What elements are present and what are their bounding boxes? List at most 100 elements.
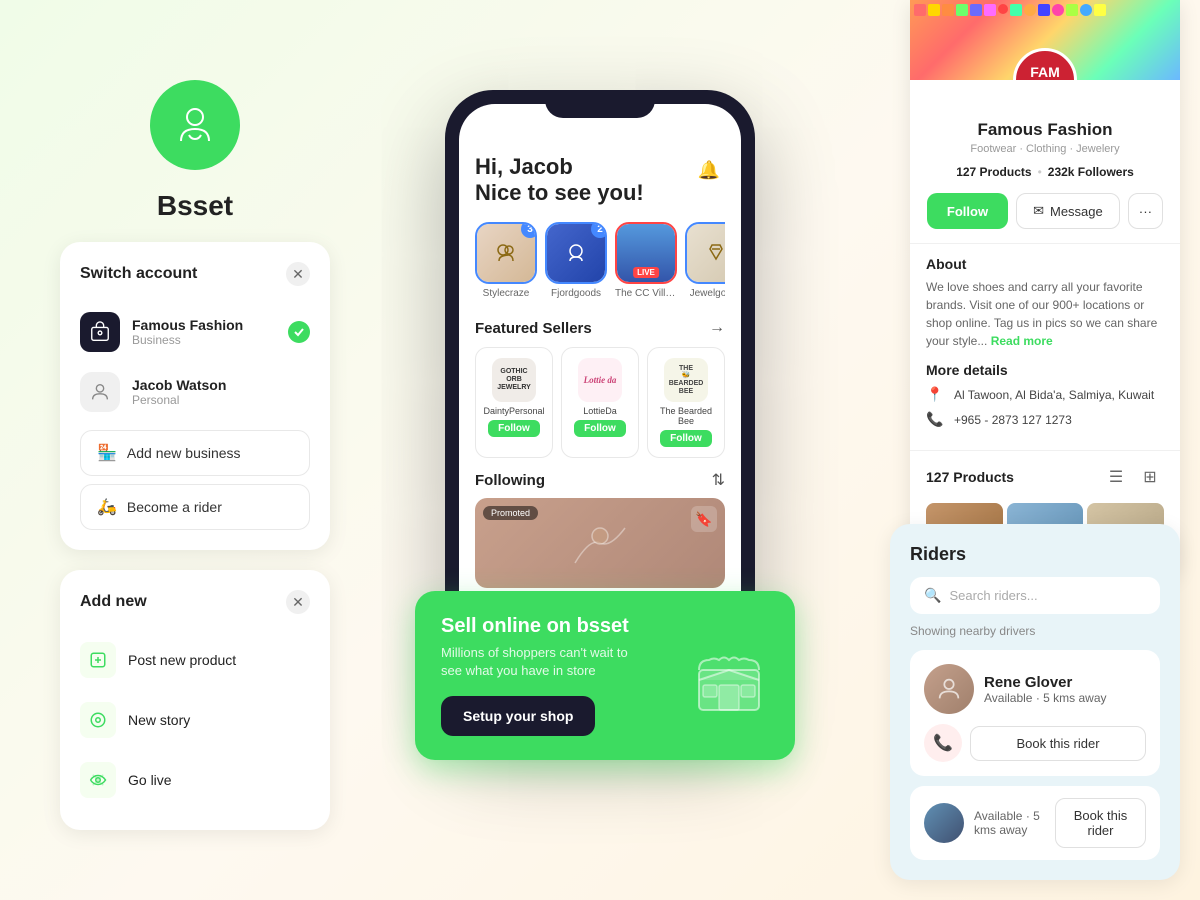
follow-shop-button[interactable]: Follow	[927, 193, 1008, 229]
sell-banner-subtitle: Millions of shoppers can't wait to see w…	[441, 644, 641, 680]
address-text: Al Tawoon, Al Bida'a, Salmiya, Kuwait	[954, 388, 1154, 402]
search-icon: 🔍	[924, 587, 941, 604]
seller-dainty[interactable]: GOTHICORBJEWELRY DaintyPersonal Follow	[475, 347, 553, 458]
greeting-nice: Nice to see you!	[475, 180, 644, 206]
location-icon: 📍	[926, 386, 946, 403]
add-new-title: Add new	[80, 593, 147, 611]
story-jewelgoods[interactable]: 2 Jewelgoods	[685, 222, 725, 299]
sell-banner: Sell online on bsset Millions of shopper…	[415, 591, 795, 760]
seller-bearded[interactable]: THE🐝BEARDEDBEE The Bearded Bee Follow	[647, 347, 725, 458]
seller-dainty-name: DaintyPersonal	[483, 406, 544, 416]
sellers-row: GOTHICORBJEWELRY DaintyPersonal Follow L…	[475, 347, 725, 458]
shop-banner: FAM OUS	[910, 0, 1180, 80]
new-story-label: New story	[128, 712, 190, 728]
rider2-book-button[interactable]: Book this rider	[1055, 798, 1146, 848]
notification-bell-icon[interactable]: 🔔	[693, 154, 725, 186]
rene-name: Rene Glover	[984, 674, 1146, 691]
featured-sellers-header: Featured Sellers →	[475, 319, 725, 337]
search-riders-input[interactable]	[949, 588, 1146, 603]
phone-icon: 📞	[926, 411, 946, 428]
switch-account-title: Switch account	[80, 265, 197, 283]
grid-view-button[interactable]: ⊞	[1136, 463, 1164, 491]
story-stylecraze[interactable]: 3 Stylecraze	[475, 222, 537, 299]
seller-lottie-follow-button[interactable]: Follow	[574, 420, 626, 437]
address-row: 📍 Al Tawoon, Al Bida'a, Salmiya, Kuwait	[926, 386, 1164, 403]
close-add-new-button[interactable]: ✕	[286, 590, 310, 614]
following-section: Following ⇅ Promoted	[475, 470, 725, 588]
active-check-icon	[288, 321, 310, 343]
products-section: 127 Products ☰ ⊞	[910, 450, 1180, 503]
greeting-hi: Hi, Jacob	[475, 154, 644, 180]
famous-fashion-panel: FAM OUS Famous Fashion Footwear · Clothi…	[910, 0, 1180, 579]
message-icon: ✉	[1033, 203, 1044, 219]
phone-notch	[545, 90, 655, 118]
jacob-type: Personal	[132, 393, 310, 407]
post-product-item[interactable]: Post new product	[80, 630, 310, 690]
featured-sellers-title: Featured Sellers	[475, 320, 592, 337]
account-item-famous-fashion[interactable]: Famous Fashion Business	[80, 302, 310, 362]
shop-illustration	[689, 635, 769, 715]
about-text: We love shoes and carry all your favorit…	[926, 278, 1164, 350]
post-product-label: Post new product	[128, 652, 236, 668]
rene-book-button[interactable]: Book this rider	[970, 726, 1146, 761]
post-product-icon	[80, 642, 116, 678]
message-shop-button[interactable]: ✉ Message	[1016, 193, 1120, 229]
add-business-label: Add new business	[127, 445, 241, 461]
phone-text: +965 - 2873 127 1273	[954, 413, 1072, 427]
go-live-icon	[80, 762, 116, 798]
app-name: Bsset	[157, 190, 233, 222]
go-live-label: Go live	[128, 772, 172, 788]
rene-call-button[interactable]: 📞	[924, 724, 962, 762]
switch-account-card: Switch account ✕ Famous Fashion Business	[60, 242, 330, 550]
phone-row: 📞 +965 - 2873 127 1273	[926, 411, 1164, 428]
read-more-link[interactable]: Read more	[991, 334, 1053, 348]
rene-actions: 📞 Book this rider	[924, 724, 1146, 762]
shop-stats: 127 Products • 232k Followers	[926, 165, 1164, 179]
about-title: About	[926, 256, 1164, 272]
new-story-item[interactable]: New story	[80, 690, 310, 750]
jacob-name: Jacob Watson	[132, 377, 310, 393]
list-view-button[interactable]: ☰	[1102, 463, 1130, 491]
shop-actions: Follow ✉ Message ···	[926, 193, 1164, 229]
story-fjordgoods[interactable]: 2 Fjordgoods	[545, 222, 607, 299]
following-title: Following	[475, 472, 545, 489]
account-item-jacob[interactable]: Jacob Watson Personal	[80, 362, 310, 422]
rene-status: Available · 5 kms away	[984, 691, 1146, 705]
stories-row: 3 Stylecraze 2 Fjordgoods	[475, 222, 725, 299]
bookmark-icon[interactable]: 🔖	[691, 506, 717, 532]
view-toggle: ☰ ⊞	[1102, 463, 1164, 491]
rider2-status: Available · 5 kms away	[974, 809, 1045, 837]
about-section: About We love shoes and carry all your f…	[910, 243, 1180, 450]
seller-lottie-name: LottieDa	[583, 406, 617, 416]
rider-card-2: Available · 5 kms away Book this rider	[910, 786, 1160, 860]
become-rider-button[interactable]: 🛵 Become a rider	[80, 484, 310, 530]
featured-sellers-arrow-icon[interactable]: →	[709, 319, 725, 337]
add-new-business-button[interactable]: 🏪 Add new business	[80, 430, 310, 476]
seller-lottie[interactable]: Lottie da LottieDa Follow	[561, 347, 639, 458]
search-box: 🔍	[910, 577, 1160, 614]
shop-categories: Footwear · Clothing · Jewelery	[926, 143, 1164, 155]
seller-bearded-follow-button[interactable]: Follow	[660, 430, 712, 447]
following-card[interactable]: Promoted 🔖	[475, 498, 725, 588]
close-switch-account-button[interactable]: ✕	[286, 262, 310, 286]
famous-fashion-avatar	[80, 312, 120, 352]
seller-bearded-name: The Bearded Bee	[654, 406, 718, 426]
story-ccvillage[interactable]: LIVE The CC Village	[615, 222, 677, 299]
seller-dainty-follow-button[interactable]: Follow	[488, 420, 540, 437]
go-live-item[interactable]: Go live	[80, 750, 310, 810]
add-new-card: Add new ✕ Post new product New story	[60, 570, 330, 830]
new-story-icon	[80, 702, 116, 738]
following-filter-icon[interactable]: ⇅	[712, 470, 725, 490]
jacob-avatar	[80, 372, 120, 412]
setup-shop-button[interactable]: Setup your shop	[441, 696, 595, 736]
story-ccvillage-label: The CC Village	[615, 288, 677, 299]
more-options-button[interactable]: ···	[1128, 193, 1163, 229]
add-business-icon: 🏪	[97, 443, 117, 463]
famous-fashion-name: Famous Fashion	[132, 317, 276, 333]
app-logo	[150, 80, 240, 170]
products-count-label: 127 Products	[926, 469, 1014, 485]
story-stylecraze-label: Stylecraze	[483, 288, 530, 299]
story-fjordgoods-label: Fjordgoods	[551, 288, 601, 299]
rider-icon: 🛵	[97, 497, 117, 517]
sell-banner-title: Sell online on bsset	[441, 615, 641, 638]
